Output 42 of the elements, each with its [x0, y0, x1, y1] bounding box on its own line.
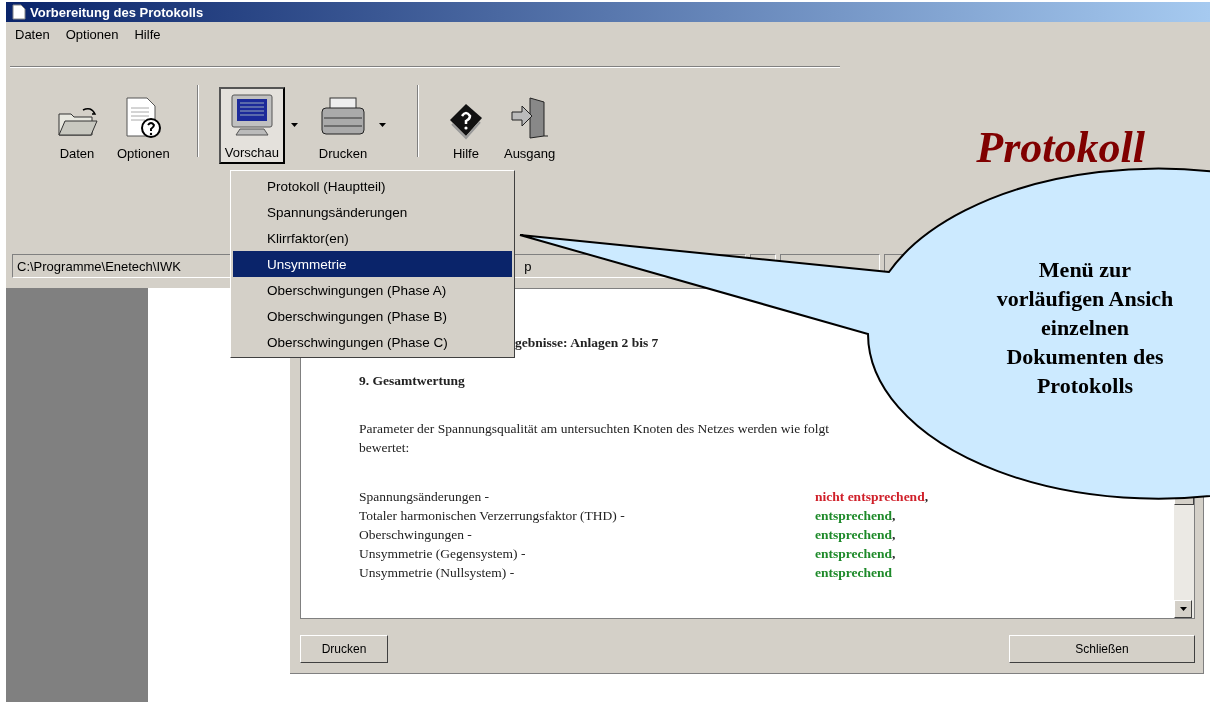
result-value: nicht entsprechend, [815, 488, 928, 506]
result-label: Spannungsänderungen - [359, 488, 491, 506]
menu-item[interactable]: Optionen [64, 26, 120, 42]
caret-icon[interactable] [379, 123, 387, 127]
menu-option[interactable]: Protokoll (Hauptteil) [233, 173, 512, 199]
document-icon [12, 4, 26, 20]
menu-option[interactable]: Oberschwingungen (Phase C) [233, 329, 512, 355]
result-label: Totaler harmonischen Verzerrungsfaktor (THD) - [359, 507, 626, 525]
result-value: entsprechend, [815, 526, 896, 544]
menu-option[interactable]: Oberschwingungen (Phase B) [233, 303, 512, 329]
close-button[interactable]: Schließen [1009, 635, 1195, 663]
document-paragraph: Parameter der Spannungsqualität am untersuchten Knoten des Netzes werden wie folgt bewertet: [359, 420, 831, 457]
caret-icon[interactable] [291, 123, 299, 127]
toolbar-button[interactable]: Daten [50, 99, 104, 164]
document-heading: gebnisse: Anlagen 2 bis 7 [515, 335, 659, 351]
menu-option[interactable]: Klirrfaktor(en) [233, 225, 512, 251]
down-arrow-icon [1179, 607, 1187, 611]
result-value: entsprechend, [815, 545, 896, 563]
toolbar-button[interactable]: Optionen [112, 91, 175, 164]
menu-option[interactable]: Unsymmetrie [233, 251, 512, 277]
result-label: Unsymmetrie (Gegensystem) - [359, 545, 527, 563]
toolbar-button[interactable]: Hilfe [440, 95, 491, 164]
result-value: entsprechend [815, 564, 892, 582]
document-question-icon [123, 96, 164, 140]
toolbar-button[interactable]: Drucken [312, 91, 373, 164]
door-exit-icon [509, 96, 550, 140]
menu-option[interactable]: Spannungsänderungen [233, 199, 512, 225]
window-title: Vorbereitung des Protokolls [30, 4, 204, 20]
toolbar-button[interactable]: Ausgang [498, 91, 561, 164]
result-value: entsprechend, [815, 507, 896, 525]
menu-item[interactable]: Hilfe [133, 26, 162, 42]
result-label: Oberschwingungen - [359, 526, 473, 544]
path-text: p [524, 258, 532, 274]
menu-item[interactable]: Daten [14, 26, 51, 42]
callout-text: Menü zur vorläufigen Ansich einzelnen Dokumenten des Protokolls [995, 256, 1175, 400]
scroll-down-button[interactable] [1174, 600, 1192, 618]
section-heading: 9. Gesamtwertung [359, 373, 465, 389]
result-label: Unsymmetrie (Nullsystem) - [359, 564, 516, 582]
menu-option[interactable]: Oberschwingungen (Phase A) [233, 277, 512, 303]
print-button[interactable]: Drucken [300, 635, 388, 663]
logo-text: Protokoll [976, 126, 1145, 170]
toolbar-button[interactable]: Vorschau [218, 87, 285, 164]
